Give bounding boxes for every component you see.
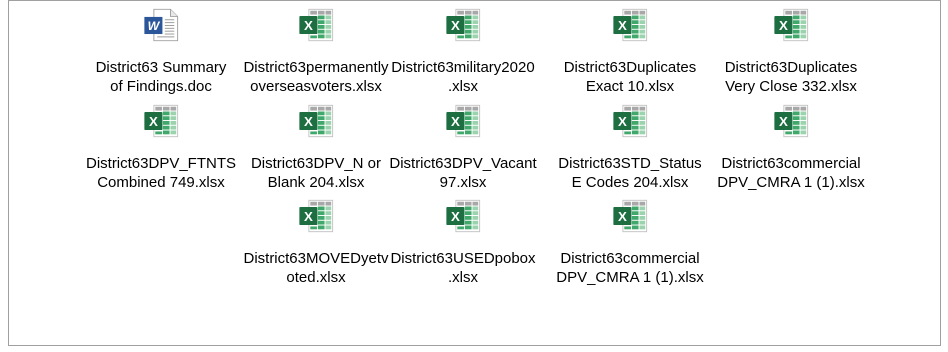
excel-file-icon xyxy=(611,197,649,235)
excel-file-icon xyxy=(444,102,482,140)
file-name-label: District63permanently overseasvoters.xls… xyxy=(243,58,389,96)
excel-file-icon xyxy=(772,6,810,44)
file-name-label: District63STD_Status E Codes 204.xlsx xyxy=(558,154,702,192)
file-name-label: District63DPV_N or Blank 204.xlsx xyxy=(244,154,388,192)
file-name-line: District63 Summary xyxy=(95,59,227,76)
file-name-line: DPV_CMRA 1 (1).xlsx xyxy=(717,174,865,191)
file-name-line: District63military2020 xyxy=(391,59,535,76)
file-name-line: District63Duplicates xyxy=(724,59,858,76)
file-item[interactable]: District63Duplicates Very Close 332.xlsx xyxy=(719,4,863,96)
file-item[interactable]: District63Duplicates Exact 10.xlsx xyxy=(558,4,702,96)
file-name-line: District63permanently xyxy=(243,59,389,76)
file-name-label: District63DPV_FTNTS Combined 749.xlsx xyxy=(85,154,237,192)
excel-file-icon xyxy=(772,102,810,140)
excel-file-icon xyxy=(611,102,649,140)
file-name-label: District63commercial DPV_CMRA 1 (1).xlsx xyxy=(717,154,865,192)
file-name-line: District63MOVEDyetv xyxy=(243,250,389,267)
file-name-line: Combined 749.xlsx xyxy=(97,174,225,191)
file-name-line: DPV_CMRA 1 (1).xlsx xyxy=(556,269,704,286)
file-name-line: E Codes 204.xlsx xyxy=(571,174,689,191)
file-name-line: District63Duplicates xyxy=(563,59,697,76)
file-name-line: oted.xlsx xyxy=(286,269,346,286)
file-name-line: Exact 10.xlsx xyxy=(585,78,675,95)
file-name-line: of Findings.doc xyxy=(110,78,212,95)
file-name-line: District63DPV_N or xyxy=(250,155,382,172)
excel-file-icon xyxy=(611,6,649,44)
file-name-line: District63commercial xyxy=(560,250,700,267)
file-name-label: District63Duplicates Exact 10.xlsx xyxy=(558,58,702,96)
file-name-line: .xlsx xyxy=(448,269,478,286)
file-name-label: District63 Summary of Findings.doc xyxy=(89,58,233,96)
excel-file-icon xyxy=(297,6,335,44)
excel-file-icon xyxy=(142,102,180,140)
excel-file-icon xyxy=(297,102,335,140)
file-name-line: District63commercial xyxy=(721,155,861,172)
file-name-line: Very Close 332.xlsx xyxy=(725,78,857,95)
file-name-line: District63DPV_Vacant xyxy=(389,155,537,172)
file-item[interactable]: District63USEDpobox .xlsx xyxy=(390,195,536,287)
file-name-line: District63DPV_FTNTS xyxy=(85,155,237,172)
file-item[interactable]: District63MOVEDyetv oted.xlsx xyxy=(243,195,389,287)
excel-file-icon xyxy=(444,197,482,235)
file-item[interactable]: District63military2020 .xlsx xyxy=(391,4,535,96)
file-name-line: District63STD_Status xyxy=(558,155,702,172)
file-name-line: overseasvoters.xlsx xyxy=(250,78,382,95)
file-item[interactable]: District63DPV_FTNTS Combined 749.xlsx xyxy=(85,100,237,192)
file-name-label: District63Duplicates Very Close 332.xlsx xyxy=(719,58,863,96)
word-file-icon xyxy=(142,6,180,44)
file-name-label: District63military2020 .xlsx xyxy=(391,58,535,96)
file-item[interactable]: District63STD_Status E Codes 204.xlsx xyxy=(558,100,702,192)
file-item[interactable]: District63 Summary of Findings.doc xyxy=(89,4,233,96)
file-name-line: Blank 204.xlsx xyxy=(267,174,365,191)
file-name-label: District63USEDpobox .xlsx xyxy=(390,249,536,287)
file-name-label: District63DPV_Vacant 97.xlsx xyxy=(389,154,537,192)
file-name-line: District63USEDpobox xyxy=(390,250,536,267)
file-item[interactable]: District63DPV_Vacant 97.xlsx xyxy=(389,100,537,192)
file-item[interactable]: District63DPV_N or Blank 204.xlsx xyxy=(244,100,388,192)
file-name-line: .xlsx xyxy=(448,78,478,95)
file-item[interactable]: District63commercial DPV_CMRA 1 (1).xlsx xyxy=(556,195,704,287)
file-name-label: District63MOVEDyetv oted.xlsx xyxy=(243,249,389,287)
file-name-label: District63commercial DPV_CMRA 1 (1).xlsx xyxy=(556,249,704,287)
file-name-line: 97.xlsx xyxy=(439,174,487,191)
excel-file-icon xyxy=(297,197,335,235)
file-item[interactable]: District63commercial DPV_CMRA 1 (1).xlsx xyxy=(717,100,865,192)
excel-file-icon xyxy=(444,6,482,44)
file-item[interactable]: District63permanently overseasvoters.xls… xyxy=(243,4,389,96)
